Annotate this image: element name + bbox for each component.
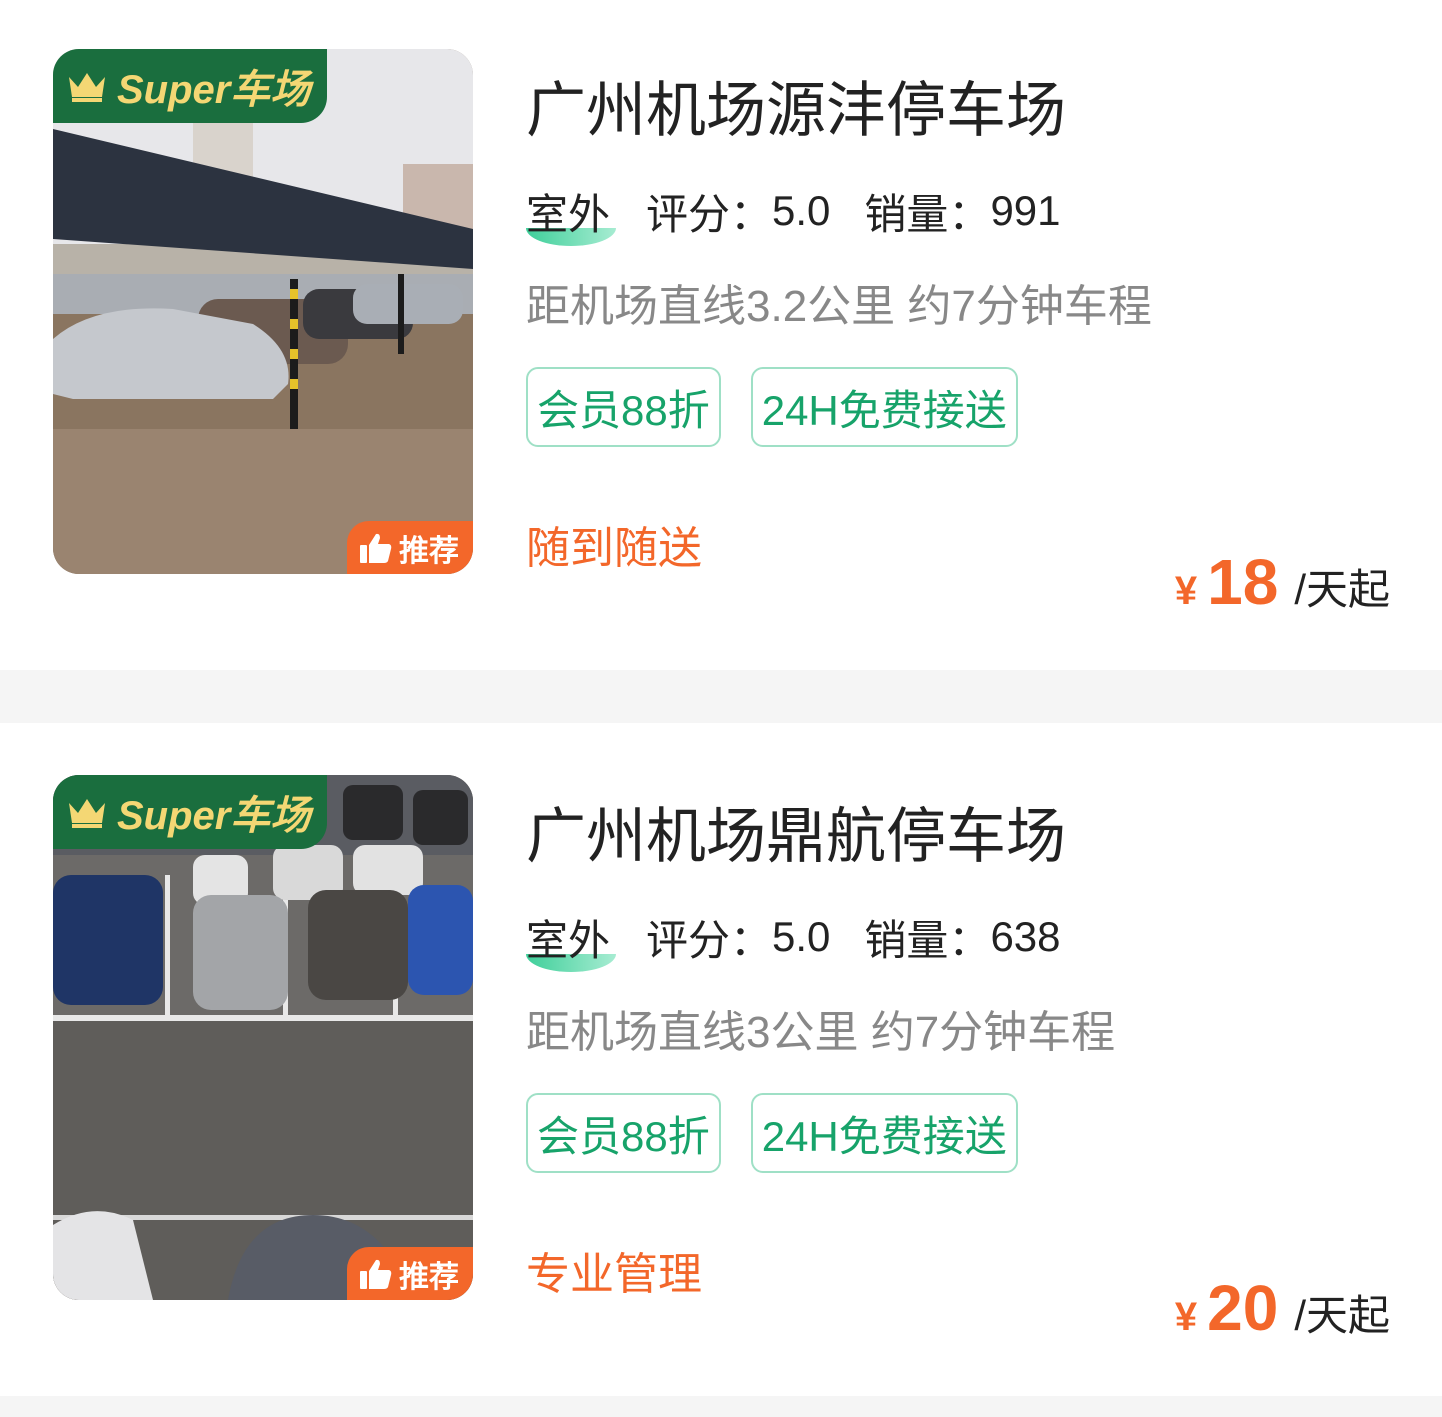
member-discount-tag: 会员88折 bbox=[526, 367, 721, 447]
sales-value: 638 bbox=[990, 913, 1061, 960]
parking-lot-card[interactable]: Super车场 推荐 广州机场鼎航停车场 室外 评分： 5.0 销量： 638 … bbox=[0, 723, 1442, 1396]
recommend-badge: 推荐 bbox=[347, 521, 473, 574]
lot-type-label: 室外 bbox=[526, 907, 616, 972]
parking-lot-photo[interactable]: Super车场 推荐 bbox=[53, 775, 473, 1300]
free-shuttle-tag: 24H免费接送 bbox=[750, 367, 1018, 447]
super-lot-label: Super车场 bbox=[117, 794, 311, 838]
parking-lot-photo-scene bbox=[53, 775, 473, 1300]
feature-tags: 会员88折 24H免费接送 bbox=[526, 1093, 1018, 1173]
service-slogan: 专业管理 bbox=[526, 1250, 702, 1299]
rating-label: 评分： bbox=[646, 190, 773, 238]
recommend-badge: 推荐 bbox=[347, 1247, 473, 1300]
currency-symbol: ¥ bbox=[1174, 569, 1198, 613]
parking-lot-card[interactable]: Super车场 推荐 广州机场源沣停车场 室外 评分： 5.0 销量： 991 … bbox=[0, 0, 1442, 670]
lot-type-text: 室外 bbox=[526, 916, 611, 964]
parking-lot-name[interactable]: 广州机场鼎航停车场 bbox=[526, 788, 1066, 875]
parking-lot-photo-scene bbox=[53, 49, 473, 574]
service-slogan: 随到随送 bbox=[526, 524, 702, 573]
parking-lot-meta: 室外 评分： 5.0 销量： 638 bbox=[526, 912, 1095, 972]
airport-distance: 距机场直线3.2公里 约7分钟车程 bbox=[526, 282, 1152, 331]
crown-icon bbox=[69, 73, 105, 102]
rating-value: 5.0 bbox=[772, 187, 831, 234]
sales-label: 销量： bbox=[864, 190, 991, 238]
feature-tags: 会员88折 24H免费接送 bbox=[526, 367, 1018, 447]
member-discount-tag: 会员88折 bbox=[526, 1093, 721, 1173]
price-unit: /天起 bbox=[1294, 566, 1390, 613]
price-amount: 20 bbox=[1207, 1272, 1279, 1344]
price-unit: /天起 bbox=[1294, 1292, 1390, 1339]
super-lot-badge: Super车场 bbox=[53, 49, 327, 123]
airport-distance: 距机场直线3公里 约7分钟车程 bbox=[526, 1008, 1116, 1057]
super-lot-label: Super车场 bbox=[117, 68, 311, 112]
price-amount: 18 bbox=[1207, 546, 1279, 618]
parking-lot-name[interactable]: 广州机场源沣停车场 bbox=[526, 62, 1066, 149]
sales-label: 销量： bbox=[864, 916, 991, 964]
currency-symbol: ¥ bbox=[1174, 1295, 1198, 1339]
crown-icon bbox=[69, 799, 105, 828]
lot-type-label: 室外 bbox=[526, 181, 616, 246]
recommend-label: 推荐 bbox=[399, 1260, 459, 1294]
recommend-label: 推荐 bbox=[399, 534, 459, 568]
parking-lot-photo[interactable]: Super车场 推荐 bbox=[53, 49, 473, 574]
free-shuttle-tag: 24H免费接送 bbox=[750, 1093, 1018, 1173]
super-lot-badge: Super车场 bbox=[53, 775, 327, 849]
rating-label: 评分： bbox=[646, 916, 773, 964]
price-block: ¥ 18 /天起 bbox=[1175, 545, 1390, 619]
thumbs-up-icon bbox=[360, 1259, 392, 1289]
parking-lot-meta: 室外 评分： 5.0 销量： 991 bbox=[526, 186, 1095, 246]
lot-type-text: 室外 bbox=[526, 190, 611, 238]
sales-value: 991 bbox=[990, 187, 1061, 234]
price-block: ¥ 20 /天起 bbox=[1175, 1271, 1390, 1345]
thumbs-up-icon bbox=[360, 533, 392, 563]
rating-value: 5.0 bbox=[772, 913, 831, 960]
